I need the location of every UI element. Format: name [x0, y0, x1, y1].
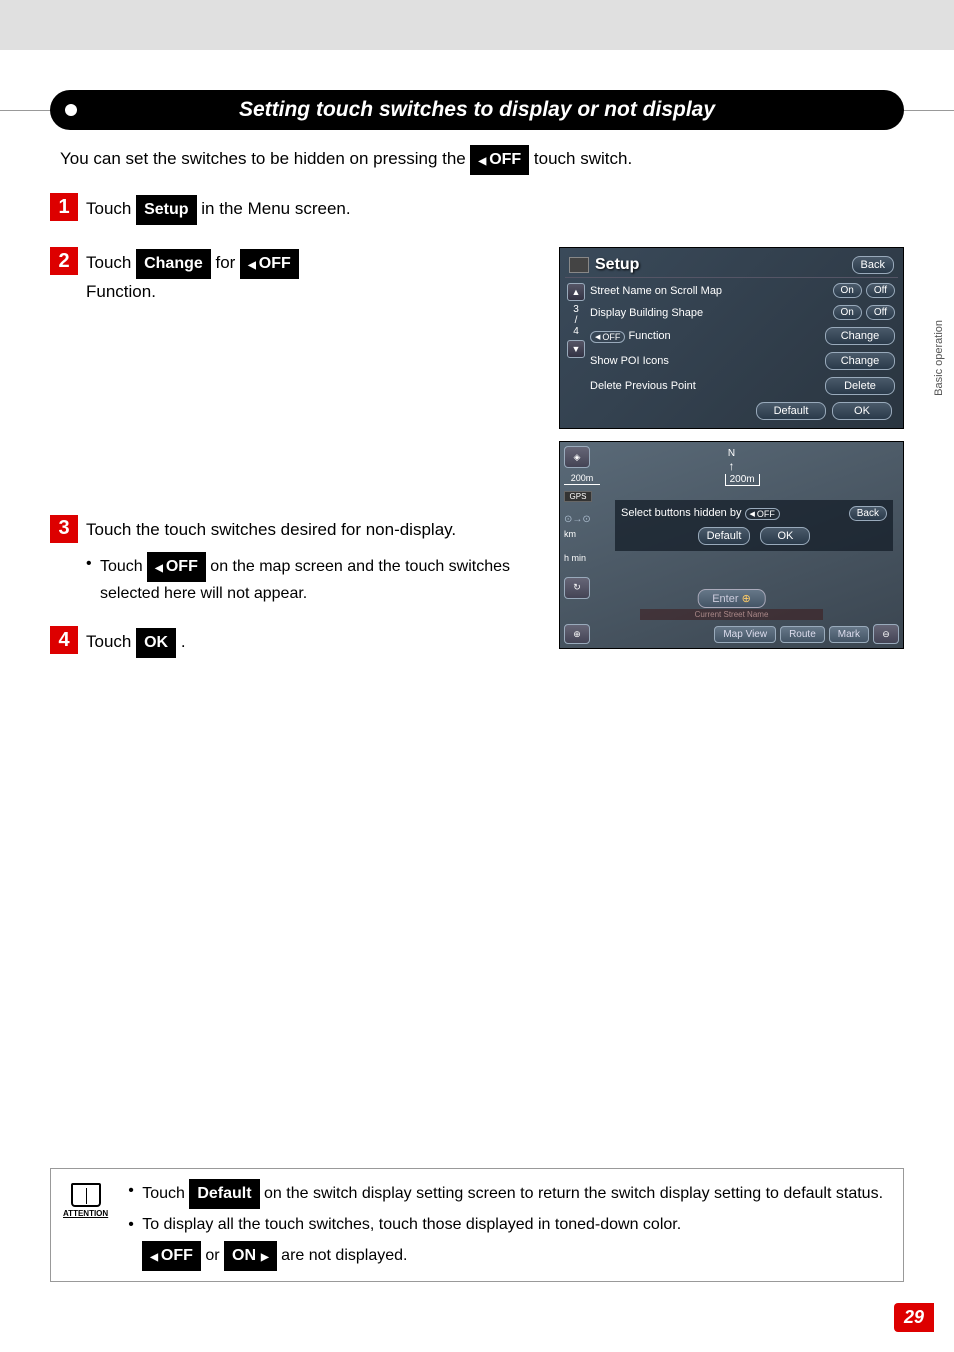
- setup-row: Delete Previous Point Delete: [587, 375, 898, 397]
- attention-icon: ATTENTION: [63, 1179, 108, 1218]
- on-button-inline: ON: [224, 1241, 277, 1271]
- back-button[interactable]: Back: [849, 506, 887, 521]
- off-pill-icon: OFF: [745, 508, 780, 520]
- off-button[interactable]: Off: [866, 283, 895, 298]
- change-button-inline: Change: [136, 249, 211, 279]
- setup-button-inline: Setup: [136, 195, 196, 225]
- step-3: 3 Touch the touch switches desired for n…: [50, 515, 539, 607]
- on-button[interactable]: On: [833, 283, 862, 298]
- off-pill-icon: OFF: [590, 331, 625, 343]
- step-4: 4 Touch OK .: [50, 626, 539, 658]
- step-number: 3: [50, 515, 78, 543]
- setup-title: Setup: [595, 256, 846, 274]
- hide-buttons-dialog: Select buttons hidden by OFF Back Defaul…: [615, 500, 893, 551]
- page-number: 29: [894, 1303, 934, 1332]
- off-button[interactable]: Off: [866, 305, 895, 320]
- page-indicator: 3 / 4: [573, 304, 579, 337]
- km-label: ⊙→⊙: [564, 514, 600, 525]
- step-number: 2: [50, 247, 78, 275]
- page-content: Basic operation Setting touch switches t…: [0, 50, 954, 1352]
- zoom-out-icon[interactable]: ⊖: [873, 624, 899, 644]
- off-button-inline: OFF: [142, 1241, 201, 1271]
- back-button[interactable]: Back: [852, 256, 894, 274]
- compass-icon: N ↑: [728, 448, 735, 473]
- map-view-button[interactable]: Map View: [714, 626, 776, 643]
- attention-bullet-2: To display all the touch switches, touch…: [128, 1213, 891, 1237]
- scroll-down-button[interactable]: ▼: [567, 340, 585, 358]
- step-1: 1 Touch Setup in the Menu screen.: [50, 193, 904, 225]
- intro-text: You can set the switches to be hidden on…: [60, 145, 894, 175]
- hmin-label: h min: [564, 553, 600, 563]
- scale-indicator: 200m: [564, 474, 600, 485]
- step-2: 2 Touch Change for OFF Function.: [50, 247, 539, 305]
- on-button[interactable]: On: [833, 305, 862, 320]
- ok-button[interactable]: OK: [832, 402, 892, 420]
- ok-button[interactable]: OK: [760, 527, 810, 545]
- setup-row: Display Building Shape On Off: [587, 303, 898, 322]
- default-button-inline: Default: [189, 1179, 259, 1209]
- direction-icon[interactable]: ◈: [564, 446, 590, 468]
- intro-after: touch switch.: [534, 149, 632, 168]
- intro-before: You can set the switches to be hidden on…: [60, 149, 470, 168]
- step-number: 1: [50, 193, 78, 221]
- scroll-up-button[interactable]: ▲: [567, 283, 585, 301]
- book-icon: [71, 1183, 101, 1207]
- attention-bullet-1: Touch Default on the switch display sett…: [128, 1179, 891, 1209]
- current-street-label: Current Street Name: [640, 609, 823, 620]
- scale-center: 200m: [725, 474, 760, 486]
- setup-row: Street Name on Scroll Map On Off: [587, 281, 898, 300]
- refresh-icon[interactable]: ↻: [564, 577, 590, 599]
- default-button[interactable]: Default: [756, 402, 826, 420]
- default-button[interactable]: Default: [698, 527, 751, 545]
- mark-button[interactable]: Mark: [829, 626, 869, 643]
- gps-indicator: GPS: [564, 491, 592, 502]
- off-button-inline: OFF: [240, 249, 299, 279]
- step-3-bullet: Touch OFF on the map screen and the touc…: [86, 552, 539, 606]
- attention-line-3: OFF or ON are not displayed.: [128, 1241, 891, 1271]
- section-title-bar: Setting touch switches to display or not…: [50, 90, 904, 130]
- route-button[interactable]: Route: [780, 626, 825, 643]
- off-button-inline: OFF: [470, 145, 529, 175]
- map-screenshot: ◈ 200m GPS ⊙→⊙ km h min ↻ N ↑ 200m: [559, 441, 904, 649]
- off-button-inline: OFF: [147, 552, 206, 582]
- top-bar: [0, 0, 954, 50]
- enter-button[interactable]: Enter ⊕: [697, 589, 766, 608]
- change-button[interactable]: Change: [825, 352, 895, 370]
- attention-box: ATTENTION Touch Default on the switch di…: [50, 1168, 904, 1282]
- globe-icon[interactable]: ⊕: [564, 624, 590, 644]
- side-tab: Basic operation: [933, 320, 946, 396]
- ok-button-inline: OK: [136, 628, 176, 658]
- setup-row: OFF Function Change: [587, 325, 898, 347]
- section-title: Setting touch switches to display or not…: [80, 98, 874, 122]
- list-icon: [569, 257, 589, 273]
- step-text: Touch Setup in the Menu screen.: [86, 199, 351, 218]
- change-button[interactable]: Change: [825, 327, 895, 345]
- km-label: km: [564, 529, 600, 539]
- setup-row: Show POI Icons Change: [587, 350, 898, 372]
- setup-screenshot: Setup Back ▲ 3 / 4 ▼ Street Name on Scro…: [559, 247, 904, 429]
- step-number: 4: [50, 626, 78, 654]
- delete-button[interactable]: Delete: [825, 377, 895, 395]
